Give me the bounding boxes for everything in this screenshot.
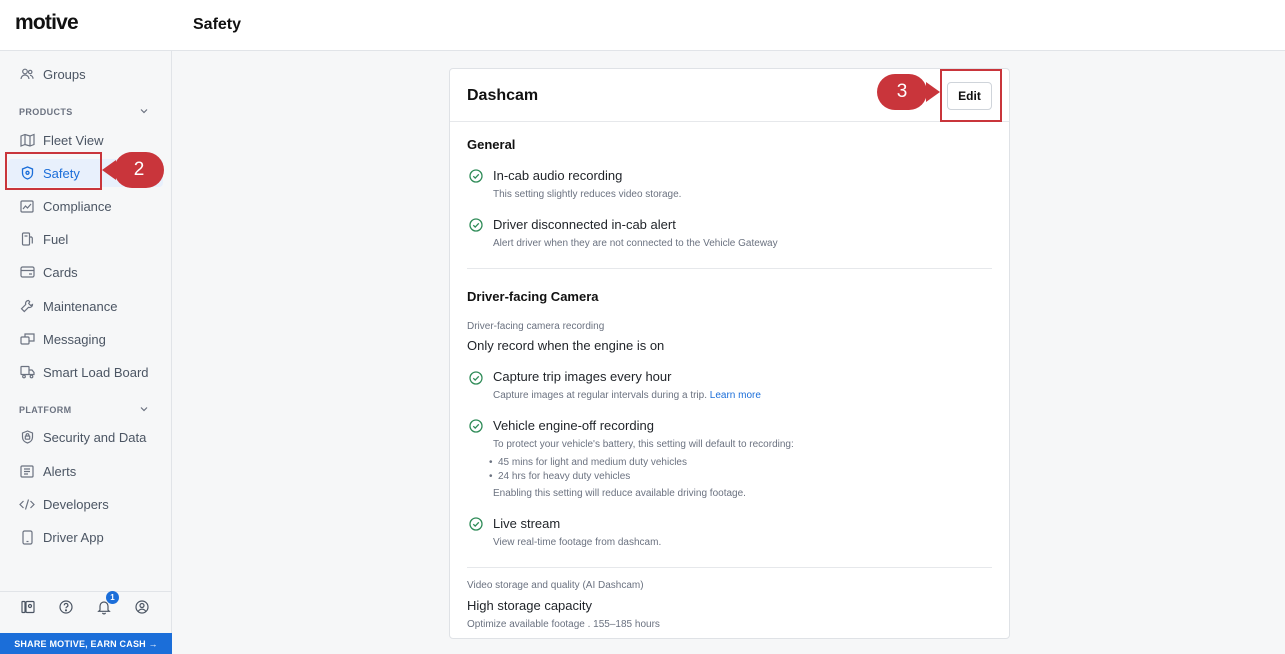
- learn-more-link[interactable]: Learn more: [710, 390, 761, 401]
- sidebar-item-label: Alerts: [43, 463, 77, 479]
- bullet-item: 24 hrs for heavy duty vehicles: [489, 471, 630, 482]
- products-section-label: PRODUCTS: [19, 107, 73, 117]
- fuel-icon: [19, 231, 35, 247]
- chevron-down-icon[interactable]: [139, 106, 149, 116]
- step-marker-2: 2: [114, 152, 164, 188]
- section-title-driver-camera: Driver-facing Camera: [467, 289, 599, 304]
- message-icon: [19, 331, 35, 347]
- user-icon[interactable]: [134, 599, 150, 615]
- map-icon: [19, 132, 35, 148]
- sidebar-item-developers[interactable]: Developers: [8, 490, 163, 518]
- top-header: Safety: [172, 0, 1285, 51]
- setting-title: Capture trip images every hour: [493, 369, 672, 384]
- wrench-icon: [19, 298, 35, 314]
- library-icon[interactable]: [20, 599, 36, 615]
- setting-description: View real-time footage from dashcam.: [493, 537, 662, 548]
- sidebar-item-compliance[interactable]: Compliance: [8, 192, 163, 220]
- code-icon: [19, 496, 35, 512]
- sidebar-item-label: Groups: [43, 66, 86, 82]
- marker-pointer: [926, 82, 940, 102]
- setting-title: In-cab audio recording: [493, 168, 623, 183]
- highlight-box-edit: [940, 69, 1002, 122]
- truck-icon: [19, 364, 35, 380]
- sidebar-item-smart-load-board[interactable]: Smart Load Board: [8, 358, 163, 386]
- alert-icon: [19, 463, 35, 479]
- setting-title: Vehicle engine-off recording: [493, 418, 654, 433]
- sidebar-footer: 1: [0, 591, 172, 621]
- check-circle-icon: [469, 169, 483, 183]
- bullet-item: 45 mins for light and medium duty vehicl…: [489, 457, 687, 468]
- setting-title: Live stream: [493, 516, 561, 531]
- help-icon[interactable]: [58, 599, 74, 615]
- phone-icon: [19, 529, 35, 545]
- setting-description: To protect your vehicle's battery, this …: [493, 439, 794, 450]
- sidebar-item-label: Fleet View: [43, 132, 104, 148]
- sidebar-item-label: Driver App: [43, 529, 104, 545]
- setting-note: Enabling this setting will reduce availa…: [493, 488, 746, 499]
- compliance-icon: [19, 198, 35, 214]
- sidebar: motive Groups PRODUCTS Fleet View Safety…: [0, 0, 172, 654]
- divider: [467, 567, 992, 568]
- motive-logo[interactable]: motive: [15, 11, 79, 35]
- share-motive-banner[interactable]: SHARE MOTIVE, EARN CASH →: [0, 633, 172, 654]
- setting-description: Alert driver when they are not connected…: [493, 238, 778, 249]
- sidebar-item-alerts[interactable]: Alerts: [8, 457, 163, 485]
- divider: [467, 268, 992, 269]
- check-circle-icon: [469, 371, 483, 385]
- storage-description: Optimize available footage . 155–185 hou…: [467, 619, 660, 630]
- sidebar-item-maintenance[interactable]: Maintenance: [8, 292, 163, 320]
- section-title-general: General: [467, 137, 516, 152]
- sidebar-item-messaging[interactable]: Messaging: [8, 325, 163, 353]
- card-icon: [19, 264, 35, 280]
- card-title: Dashcam: [467, 87, 539, 104]
- setting-description: This setting slightly reduces video stor…: [493, 189, 682, 200]
- sidebar-item-cards[interactable]: Cards: [8, 258, 163, 286]
- logo-area: motive: [0, 0, 172, 51]
- sidebar-item-driver-app[interactable]: Driver App: [8, 523, 163, 551]
- check-circle-icon: [469, 419, 483, 433]
- recording-label: Driver-facing camera recording: [467, 321, 605, 332]
- notification-badge: 1: [106, 591, 119, 604]
- capture-description-text: Capture images at regular intervals duri…: [493, 390, 707, 401]
- sidebar-item-label: Messaging: [43, 331, 106, 347]
- sidebar-item-label: Security and Data: [43, 429, 147, 445]
- setting-title: Driver disconnected in-cab alert: [493, 217, 676, 232]
- highlight-box-safety: [5, 152, 102, 190]
- platform-section-label: PLATFORM: [19, 405, 72, 415]
- step-marker-3: 3: [877, 74, 927, 110]
- groups-icon: [19, 66, 35, 82]
- dashcam-card: Dashcam Edit General In-cab audio record…: [449, 68, 1010, 639]
- recording-value: Only record when the engine is on: [467, 338, 665, 353]
- storage-label: Video storage and quality (AI Dashcam): [467, 580, 644, 591]
- setting-description: Capture images at regular intervals duri…: [493, 390, 761, 401]
- sidebar-item-fleet-view[interactable]: Fleet View: [8, 126, 163, 154]
- sidebar-item-security-and-data[interactable]: Security and Data: [8, 423, 163, 451]
- sidebar-item-groups[interactable]: Groups: [8, 60, 163, 88]
- check-circle-icon: [469, 218, 483, 232]
- page-title: Safety: [193, 16, 242, 33]
- sidebar-item-label: Cards: [43, 264, 78, 280]
- sidebar-item-fuel[interactable]: Fuel: [8, 225, 163, 253]
- sidebar-item-label: Developers: [43, 496, 109, 512]
- chevron-down-icon[interactable]: [139, 404, 149, 414]
- storage-value: High storage capacity: [467, 598, 593, 613]
- sidebar-item-label: Compliance: [43, 198, 112, 214]
- sidebar-item-label: Maintenance: [43, 298, 118, 314]
- sidebar-item-label: Fuel: [43, 231, 69, 247]
- lock-shield-icon: [19, 429, 35, 445]
- check-circle-icon: [469, 517, 483, 531]
- sidebar-item-label: Smart Load Board: [43, 364, 149, 380]
